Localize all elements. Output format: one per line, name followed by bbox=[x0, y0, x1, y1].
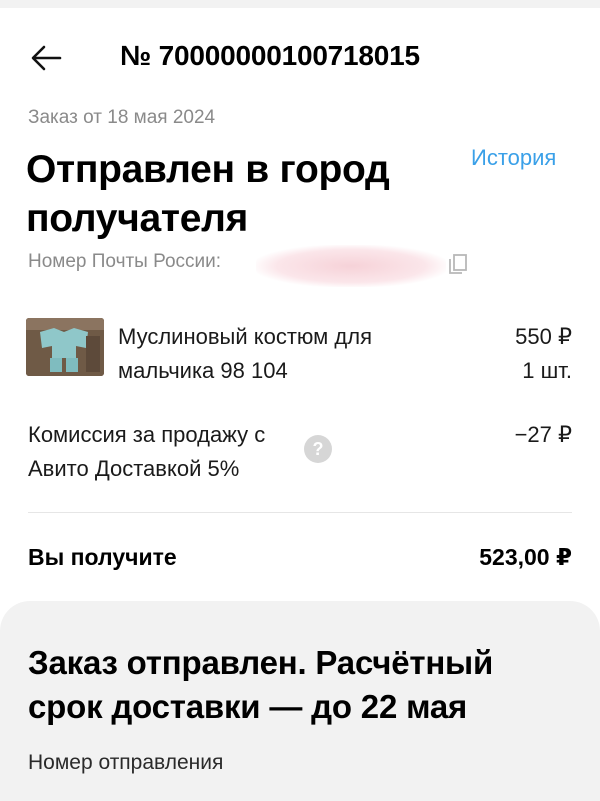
tracking-number-row: Номер Почты России: bbox=[28, 245, 446, 287]
history-link[interactable]: История bbox=[471, 145, 556, 171]
help-icon-glyph: ? bbox=[312, 438, 324, 459]
payout-amount: 523,00 ₽ bbox=[479, 544, 572, 570]
product-quantity: 1 шт. bbox=[522, 358, 572, 383]
order-details-screen: № 70000000100718015 Заказ от 18 мая 2024… bbox=[0, 0, 600, 801]
order-status-title: Отправлен в город получателя bbox=[26, 148, 390, 240]
copy-icon[interactable] bbox=[448, 253, 468, 275]
payout-label: Вы получите bbox=[28, 544, 177, 570]
shipment-status-title: Заказ отправлен. Расчётный срок доставки… bbox=[28, 644, 494, 725]
redacted-tracking-number bbox=[256, 245, 446, 287]
order-date: Заказ от 18 мая 2024 bbox=[28, 107, 216, 128]
question-icon[interactable]: ? bbox=[304, 435, 332, 463]
product-photo bbox=[26, 318, 104, 376]
divider bbox=[28, 512, 572, 513]
product-name[interactable]: Муслиновый костюм для мальчика 98 104 bbox=[118, 320, 438, 388]
shipment-number-label: Номер отправления bbox=[28, 751, 224, 774]
status-bar bbox=[0, 0, 600, 8]
tracking-label: Номер Почты России: bbox=[28, 251, 222, 272]
arrow-left-icon bbox=[31, 45, 62, 71]
product-image[interactable] bbox=[26, 318, 104, 376]
commission-label: Комиссия за продажу с Авито Доставкой 5% bbox=[28, 422, 266, 481]
product-price: 550 ₽ bbox=[515, 324, 572, 349]
shipment-status-card: Заказ отправлен. Расчётный срок доставки… bbox=[0, 601, 600, 801]
back-button[interactable] bbox=[26, 40, 66, 76]
order-number-title: № 70000000100718015 bbox=[120, 40, 420, 71]
commission-amount: −27 ₽ bbox=[514, 422, 572, 447]
